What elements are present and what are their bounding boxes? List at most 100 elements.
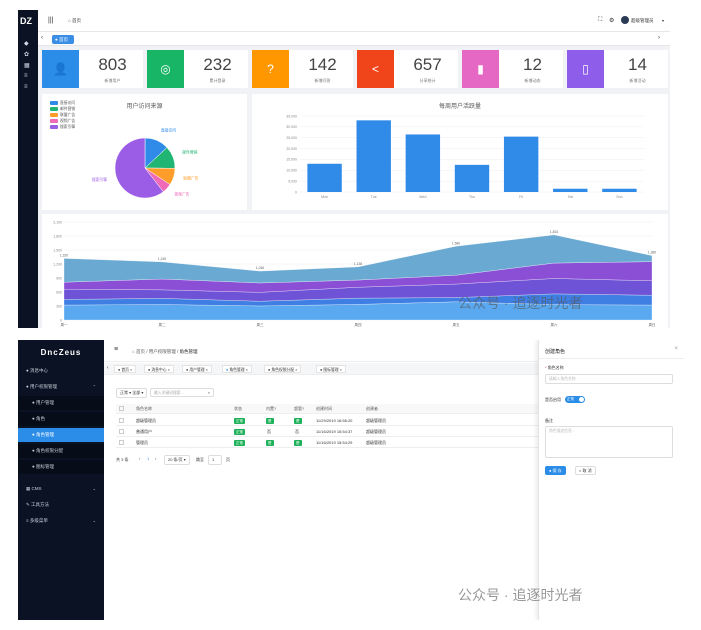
tab-prev-icon[interactable]: ‹	[107, 365, 109, 371]
builtin-badge: 是	[266, 418, 274, 424]
x-tick-label: 周六	[551, 322, 559, 327]
fullscreen-icon[interactable]: ⛶	[598, 17, 602, 24]
x-tick-label: 周二	[159, 322, 166, 327]
y-tick-label: 0	[295, 190, 297, 194]
menu-item-messages[interactable]: ● 消息中心	[18, 364, 104, 378]
breadcrumb: ⌂ 首页	[68, 18, 81, 23]
role-name-input[interactable]: 请输入角色名称	[545, 374, 673, 384]
y-tick-label: 25,000	[286, 136, 297, 140]
role-name[interactable]: 普通用户	[136, 427, 152, 437]
role-icon: ●	[32, 416, 35, 421]
bar	[553, 188, 588, 192]
menu-icon: ≡	[26, 518, 29, 523]
status-label: 是否启用	[545, 397, 561, 402]
share-icon: <	[357, 50, 394, 88]
admin-logo: DncZeus	[40, 348, 82, 357]
x-tick-label: 周一	[61, 322, 68, 327]
tab-roles[interactable]: ● 角色管理 ×	[222, 365, 252, 373]
y-tick-label: 1,200	[53, 262, 62, 266]
tab-messages[interactable]: ● 消息中心 ×	[144, 365, 174, 373]
stat-value: 803	[98, 55, 127, 74]
bar	[307, 163, 342, 192]
settings-icon[interactable]: ⚙	[609, 17, 614, 24]
x-tick-label: 周日	[649, 322, 656, 327]
created-time: 11/29/2019 16:56:20	[316, 418, 353, 423]
grid-icon[interactable]: ▦	[24, 62, 31, 69]
column-header[interactable]: 角色名称	[136, 404, 152, 414]
tab-next-icon[interactable]: ›	[658, 35, 660, 41]
close-icon[interactable]: ×	[674, 346, 678, 352]
x-tick-label: Wed	[419, 195, 426, 199]
description-textarea[interactable]: 角色描述信息...	[545, 426, 673, 458]
row-checkbox[interactable]	[119, 440, 124, 445]
menu-item-permissions[interactable]: ● 用户权限管理 ⌃	[18, 380, 104, 394]
menu-item-cms[interactable]: ▦ CMS ⌄	[18, 482, 104, 496]
stat-card: ▯ 14 新增活动	[567, 50, 668, 88]
role-name[interactable]: 超级管理员	[136, 416, 156, 426]
role-name[interactable]: 管理员	[136, 438, 148, 448]
stat-value: 657	[413, 55, 442, 74]
menu-toggle-icon[interactable]: ≡	[114, 346, 118, 353]
menu-item-role-management[interactable]: ● 角色管理	[18, 428, 104, 442]
pie-label: 视频广告	[174, 191, 189, 196]
menu-item-tools[interactable]: ✎ 工具方法	[18, 498, 104, 512]
list-icon[interactable]: ≡	[24, 73, 31, 79]
stat-value: 12	[523, 55, 542, 74]
status-badge: 正常	[234, 418, 245, 424]
admin-sidebar: DncZeus ● 消息中心 ● 用户权限管理 ⌃ ● 用户管理 ● 角色 ● 角…	[18, 340, 104, 620]
user-name[interactable]: 超级管理员	[631, 18, 654, 24]
breadcrumb: ⌂ 首页 / 用户权限管理 / 角色管理	[132, 349, 198, 354]
menu-toggle-icon[interactable]: |||	[48, 17, 53, 24]
menu-item-icons[interactable]: ● 图标管理	[18, 460, 104, 474]
tag-icon[interactable]: ◆	[24, 40, 31, 47]
tab-home[interactable]: ● 首页 ×	[114, 365, 137, 373]
assign-icon: ●	[32, 448, 35, 453]
page-prev-icon[interactable]: ‹	[136, 455, 144, 463]
tab-role-permission[interactable]: ● 角色权限分配 ×	[264, 365, 302, 373]
tab-users[interactable]: ● 用户管理 ×	[182, 365, 212, 373]
tab-prev-icon[interactable]: ‹	[41, 35, 43, 41]
bar	[602, 188, 637, 192]
chevron-down-icon[interactable]: ▾	[662, 18, 664, 23]
flower-icon[interactable]: ✿	[24, 51, 31, 58]
desc-label: 备注	[545, 418, 553, 423]
y-tick-label: 1,500	[53, 248, 62, 252]
status-toggle[interactable]: 正常	[565, 396, 585, 403]
filter-select[interactable]: 正常 ▾ 全部 ▾	[116, 388, 148, 398]
page-next-icon[interactable]: ›	[152, 455, 160, 463]
super-text: 否	[295, 429, 299, 434]
save-button[interactable]: ● 保 存	[545, 466, 566, 475]
cancel-button[interactable]: × 取 消	[575, 466, 596, 475]
search-input[interactable]: 输入关键词搜索... ⌕	[150, 388, 214, 397]
stat-label: 新增用户	[104, 78, 121, 83]
menu-item-users[interactable]: ● 用户管理	[18, 396, 104, 410]
menu-item-roles[interactable]: ● 角色	[18, 412, 104, 426]
list-icon[interactable]: ≡	[24, 84, 31, 90]
tab-icons[interactable]: ● 图标管理 ×	[316, 365, 346, 373]
page-number[interactable]: 1	[144, 455, 153, 463]
lock-icon: ●	[26, 384, 29, 389]
column-header: 状态	[234, 406, 242, 411]
pie-label: 搜索引擎	[92, 177, 107, 182]
stat-label: 新增动态	[524, 78, 541, 83]
y-tick-label: 0	[60, 318, 62, 322]
menu-item-role-permission[interactable]: ● 角色权限分配	[18, 444, 104, 458]
tab-home[interactable]: ● 首页	[52, 35, 74, 44]
pie-label: 邮件营销	[182, 150, 197, 155]
admin-tab-bar: ‹ ● 首页 × ● 消息中心 × ● 用户管理 × ● 角色管理 × ● 角色…	[104, 363, 538, 375]
bar	[356, 120, 391, 192]
super-badge: 是	[294, 440, 302, 446]
table-row: 普通用户 正常 否 否 11/16/2019 15:54:37 超级管理员	[116, 427, 538, 437]
bell-icon: ●	[26, 368, 29, 373]
data-label: 1,580	[452, 241, 460, 245]
status-badge: 正常	[234, 429, 245, 435]
row-checkbox[interactable]	[119, 418, 124, 423]
page-size-select[interactable]: 20 条/页 ▾	[164, 455, 190, 465]
stat-label: 累计登录	[209, 78, 226, 83]
search-icon[interactable]: ⌕	[208, 389, 210, 397]
menu-item-multilevel[interactable]: ≡ 多级菜单 ⌄	[18, 514, 104, 528]
select-all-checkbox[interactable]	[119, 406, 124, 411]
row-checkbox[interactable]	[119, 429, 124, 434]
goto-input[interactable]: 1	[208, 455, 222, 465]
avatar[interactable]	[621, 16, 629, 24]
